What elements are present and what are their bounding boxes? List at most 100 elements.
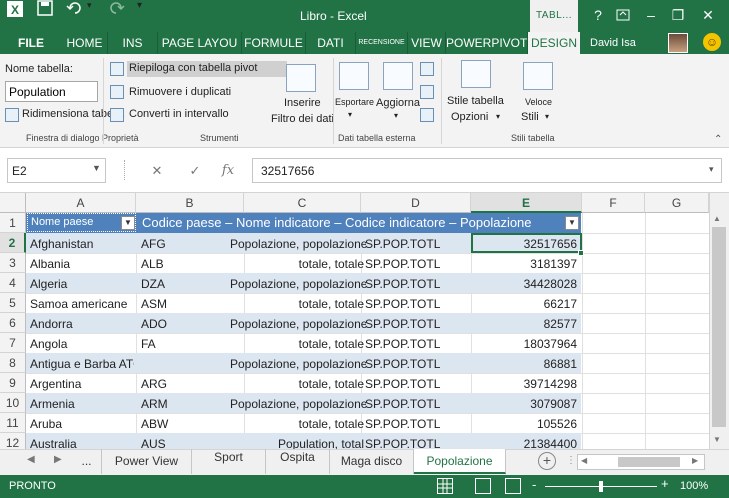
cancel-formula-icon[interactable]: ✕ — [148, 162, 166, 180]
cell-e[interactable]: 66217 — [473, 294, 579, 314]
zoom-in-button[interactable]: + — [661, 476, 669, 491]
export-button[interactable]: Esportare — [335, 97, 374, 107]
horizontal-scroll-thumb[interactable] — [618, 457, 680, 467]
cell-a[interactable]: Algeria — [28, 274, 134, 294]
cell-e[interactable]: 18037964 — [473, 334, 579, 354]
cell-a[interactable]: Aruba — [28, 414, 134, 434]
cell-a[interactable]: Antigua e Barba ATG — [28, 354, 134, 374]
column-header-d[interactable]: D — [361, 193, 471, 213]
row-header[interactable]: 8 — [0, 353, 26, 373]
cell-a[interactable]: Armenia — [28, 394, 134, 414]
sheet-tab-sport[interactable]: Sport — [192, 449, 266, 474]
cell-a[interactable]: Argentina — [28, 374, 134, 394]
refresh-button[interactable]: Aggiorna — [376, 97, 420, 109]
filter-dropdown-icon[interactable]: ▼ — [565, 216, 579, 230]
cell-c[interactable]: totale, totale — [228, 334, 366, 354]
cell-a[interactable]: Afghanistan — [28, 234, 134, 254]
column-header-f[interactable]: F — [582, 193, 645, 213]
cell-b[interactable]: ADO — [139, 314, 239, 334]
cell-d[interactable]: SP.POP.TOTL — [363, 354, 468, 374]
cell-b[interactable]: FA — [139, 334, 239, 354]
row-header[interactable]: 10 — [0, 393, 26, 413]
quick-styles-label-2[interactable]: Stili — [521, 111, 539, 123]
cell-e[interactable]: 82577 — [473, 314, 579, 334]
cell-e[interactable]: 86881 — [473, 354, 579, 374]
tab-data[interactable]: DATI — [306, 32, 356, 54]
style-options-dropdown-icon[interactable]: ▾ — [496, 112, 500, 121]
cell-c[interactable]: totale, totale — [228, 254, 366, 274]
name-box-dropdown-icon[interactable]: ▼ — [92, 163, 101, 173]
cell-d[interactable]: SP.POP.TOTL — [363, 314, 468, 334]
zoom-slider-thumb[interactable] — [599, 481, 603, 492]
tab-view[interactable]: VIEW — [408, 32, 446, 54]
row-header[interactable]: 7 — [0, 333, 26, 353]
expand-formula-bar-icon[interactable]: ▾ — [709, 164, 714, 175]
insert-slicer-label-2[interactable]: Filtro dei dati — [271, 113, 334, 125]
select-all-corner[interactable] — [0, 193, 26, 213]
cell-b[interactable] — [139, 354, 239, 374]
tab-design[interactable]: DESIGN — [528, 32, 580, 54]
vertical-scroll-thumb[interactable] — [712, 227, 726, 427]
normal-view-icon[interactable] — [437, 478, 453, 494]
tab-file[interactable]: FILE — [0, 32, 62, 54]
cell-e[interactable]: 3181397 — [473, 254, 579, 274]
row-header[interactable]: 6 — [0, 313, 26, 333]
sheet-tab-ospita[interactable]: Ospita — [266, 449, 330, 474]
cell-a[interactable]: Andorra — [28, 314, 134, 334]
open-in-browser-icon[interactable] — [420, 85, 434, 99]
page-layout-view-icon[interactable] — [475, 478, 491, 494]
remove-duplicates-button[interactable]: Rimuovere i duplicati — [129, 86, 231, 98]
cell-d[interactable]: SP.POP.TOTL — [363, 254, 468, 274]
cell-a[interactable]: Angola — [28, 334, 134, 354]
cell-c[interactable]: Popolazione, popolazione — [228, 234, 366, 254]
feedback-smiley-icon[interactable]: ☺ — [703, 33, 721, 51]
redo-icon[interactable] — [109, 0, 125, 19]
ribbon-display-options-icon[interactable] — [612, 5, 634, 25]
customize-qat-icon[interactable]: ▾ — [137, 0, 142, 11]
style-options-label[interactable]: Stile tabella — [447, 95, 504, 107]
fill-handle[interactable] — [578, 250, 584, 256]
cell-e[interactable]: 3079087 — [473, 394, 579, 414]
cell-c[interactable]: Popolazione, popolazione — [228, 274, 366, 294]
row-header[interactable]: 11 — [0, 413, 26, 433]
cell-b[interactable]: ALB — [139, 254, 239, 274]
cell-a[interactable]: Albania — [28, 254, 134, 274]
more-sheets-button[interactable]: ... — [72, 449, 102, 474]
cell-b[interactable]: ABW — [139, 414, 239, 434]
cell-c[interactable]: Popolazione, popolazione — [228, 394, 366, 414]
cell-c[interactable]: totale, totale — [228, 294, 366, 314]
sheet-tab-popolazione[interactable]: Popolazione — [414, 449, 506, 474]
cell-b[interactable]: ASM — [139, 294, 239, 314]
cell-d[interactable]: SP.POP.TOTL — [363, 334, 468, 354]
cell-e[interactable]: 39714298 — [473, 374, 579, 394]
row-header[interactable]: 1 — [0, 213, 26, 233]
selected-cell[interactable] — [471, 233, 582, 253]
tab-page-layout[interactable]: PAGE LAYOU — [158, 32, 242, 54]
sheet-tab-maga-disco[interactable]: Maga disco — [330, 449, 414, 474]
minimize-button[interactable]: – — [640, 5, 662, 25]
page-break-view-icon[interactable] — [505, 478, 521, 494]
scroll-up-icon[interactable]: ▲ — [713, 214, 721, 223]
insert-slicer-label[interactable]: Inserire — [284, 97, 321, 109]
enter-formula-icon[interactable]: ✓ — [186, 162, 204, 180]
help-button[interactable]: ? — [587, 5, 609, 25]
refresh-dropdown-icon[interactable]: ▾ — [394, 111, 398, 120]
column-header-b[interactable]: B — [136, 193, 244, 213]
row-header[interactable]: 2 — [0, 233, 26, 253]
cell-d[interactable]: SP.POP.TOTL — [363, 234, 468, 254]
quick-styles-label[interactable]: Veloce — [525, 97, 552, 107]
cell-b[interactable]: DZA — [139, 274, 239, 294]
sheet-tab-power-view[interactable]: Power View — [102, 449, 192, 474]
zoom-level[interactable]: 100% — [680, 480, 708, 492]
column-header-c[interactable]: C — [244, 193, 361, 213]
cell-c[interactable]: totale, totale — [228, 414, 366, 434]
cell-c[interactable]: Popolazione, popolazione — [228, 314, 366, 334]
zoom-out-button[interactable]: - — [532, 477, 536, 492]
formula-input[interactable]: 32517656 — [252, 158, 722, 183]
table-name-input[interactable] — [5, 81, 98, 102]
tab-home[interactable]: HOME — [62, 32, 108, 54]
tab-powerpivot[interactable]: POWERPIVOT — [446, 32, 528, 54]
collapse-ribbon-icon[interactable]: ⌃ — [714, 134, 722, 145]
filter-dropdown-icon[interactable]: ▼ — [121, 216, 135, 230]
cell-d[interactable]: SP.POP.TOTL — [363, 414, 468, 434]
